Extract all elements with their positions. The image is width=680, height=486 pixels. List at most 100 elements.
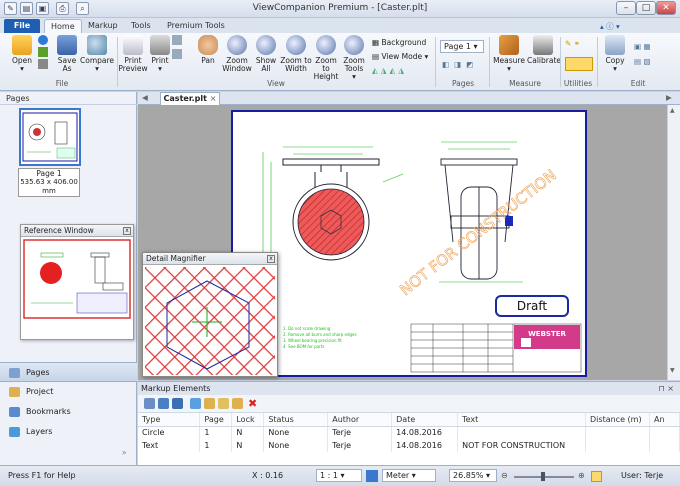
zoom-tools-button[interactable]: Zoom Tools ▾: [341, 35, 367, 81]
calibrate-button[interactable]: Calibrate: [527, 35, 561, 65]
measure-group-label: Measure: [509, 79, 541, 88]
detail-magnifier[interactable]: Detail Magnifier x: [142, 252, 278, 377]
scroll-up-icon[interactable]: ▲: [670, 107, 679, 116]
column-page[interactable]: Page: [199, 413, 233, 427]
column-lock[interactable]: Lock: [231, 413, 265, 427]
close-icon[interactable]: x: [267, 255, 275, 263]
zoom-to-width-button[interactable]: Zoom to Width: [280, 35, 312, 73]
column-date[interactable]: Date: [391, 413, 459, 427]
filter-icon[interactable]: [172, 398, 183, 409]
print-button[interactable]: Print ▾: [149, 35, 171, 73]
close-button[interactable]: ✕: [656, 1, 676, 15]
tab-home[interactable]: Home: [44, 19, 82, 33]
zoom-out-icon[interactable]: ⊖: [501, 470, 508, 482]
sidebar-title: Pages: [0, 92, 137, 105]
svg-text:4. See BOM for parts: 4. See BOM for parts: [283, 344, 324, 349]
zoom-in-icon[interactable]: ⊕: [578, 470, 585, 482]
close-icon[interactable]: x: [123, 227, 131, 235]
printer-icon: [150, 35, 170, 55]
zoom-select[interactable]: 26.85% ▾: [449, 469, 497, 482]
page-nav-icons[interactable]: ◧◨◩: [442, 60, 478, 69]
rotate-flip-icons[interactable]: ◭◮◭◮: [372, 66, 407, 75]
expand-chevron-icon[interactable]: »: [122, 448, 127, 457]
scale-select[interactable]: 1 : 1 ▾: [316, 469, 362, 482]
save-as-button[interactable]: Save As: [54, 35, 80, 73]
copy-button[interactable]: Copy ▾: [602, 35, 628, 73]
select-tools-icon[interactable]: [565, 57, 593, 71]
column-type[interactable]: Type: [138, 413, 201, 427]
coordinate-readout: X : 0.16: [252, 471, 284, 480]
zoom-window-icon: [227, 35, 247, 55]
delete-icon[interactable]: ✖: [248, 398, 259, 409]
measure-button[interactable]: Measure ▾: [492, 35, 526, 73]
maximize-button[interactable]: □: [636, 1, 656, 15]
background-button[interactable]: ▦ Background: [372, 38, 426, 47]
nav-project[interactable]: Project: [0, 382, 137, 402]
scroll-down-icon[interactable]: ▼: [670, 367, 679, 376]
column-text[interactable]: Text: [457, 413, 587, 427]
document-tab[interactable]: Caster.plt ×: [160, 92, 220, 105]
column-status[interactable]: Status: [263, 413, 329, 427]
status-user: User: Terje: [621, 471, 664, 480]
magnifier-title: Detail Magnifier x: [143, 253, 277, 265]
print-preview-icon: [123, 35, 143, 55]
svg-text:1. Do not scale drawing: 1. Do not scale drawing: [283, 326, 331, 331]
zoom-slider-thumb[interactable]: [541, 472, 545, 481]
column-an[interactable]: An: [649, 413, 680, 427]
fit-icon[interactable]: [591, 471, 602, 482]
drawing-page[interactable]: 1. Do not scale drawing 2. Remove all bu…: [231, 110, 587, 377]
tab-left-arrow-icon[interactable]: ◀: [142, 93, 148, 102]
svg-text:Draft: Draft: [517, 299, 548, 313]
arrow-right-icon[interactable]: [190, 398, 201, 409]
tab-tools[interactable]: Tools: [125, 19, 157, 33]
reference-window[interactable]: Reference Window x: [20, 224, 134, 340]
show-all-button[interactable]: Show All: [254, 35, 278, 73]
markup-elements-panel: Markup Elements ⊓ × ✖ Type Page Lock Stat…: [138, 381, 680, 465]
tab-premium-tools[interactable]: Premium Tools: [161, 19, 231, 33]
thumb-caption: Page 1 535.63 x 406.00 mm: [18, 168, 80, 197]
page-thumbnail[interactable]: [19, 108, 81, 166]
column-distance[interactable]: Distance (m): [585, 413, 650, 427]
table-row[interactable]: Text 1 N None Terje 14.08.2016 NOT FOR CONSTRU…: [138, 439, 680, 452]
zoom-window-button[interactable]: Zoom Window: [222, 35, 252, 73]
markup-table: Type Page Lock Status Author Date Text D…: [138, 413, 680, 452]
ribbon-tabs: File Home Markup Tools Premium Tools ▴ ⓘ…: [0, 18, 680, 33]
tab-file[interactable]: File: [4, 19, 40, 33]
compass-icon: [533, 35, 553, 55]
tab-markup[interactable]: Markup: [82, 19, 124, 33]
select-icon[interactable]: [158, 398, 169, 409]
scale-icon[interactable]: [366, 470, 378, 482]
column-author[interactable]: Author: [327, 413, 393, 427]
magnifier-icon: [87, 35, 107, 55]
zoom-width-icon: [286, 35, 306, 55]
zoom-to-height-button[interactable]: Zoom to Height: [312, 35, 340, 81]
nav-bookmarks[interactable]: Bookmarks: [0, 402, 137, 422]
tab-right-arrow-icon[interactable]: ▶: [666, 93, 672, 102]
edit-small-icons[interactable]: ▣ ▦ ▤ ▧: [634, 39, 651, 69]
project-icon: [9, 387, 20, 397]
pan-button[interactable]: Pan: [196, 35, 220, 65]
zoom-height-icon: [316, 35, 336, 55]
file-group-label: File: [55, 79, 69, 88]
view-group-label: View: [267, 79, 285, 88]
nav-layers[interactable]: Layers: [0, 422, 137, 442]
page-select[interactable]: Page 1 ▾: [440, 40, 484, 53]
unlock-icon[interactable]: [232, 398, 243, 409]
markup-toolbar: ✖: [138, 395, 680, 413]
print-preview-button[interactable]: Print Preview: [118, 35, 148, 73]
minimize-button[interactable]: –: [616, 1, 636, 15]
vertical-scrollbar[interactable]: ▲ ▼: [667, 105, 680, 380]
nav-pages[interactable]: Pages: [0, 362, 137, 382]
tools-icon[interactable]: [144, 398, 155, 409]
print-options-icon[interactable]: [172, 35, 186, 59]
lock-icon[interactable]: [218, 398, 229, 409]
export-icon[interactable]: [204, 398, 215, 409]
open-button[interactable]: Open ▾: [8, 35, 36, 73]
help-icon[interactable]: ▴ ⓘ ▾: [600, 21, 620, 32]
view-mode-button[interactable]: ▤ View Mode ▾: [372, 52, 428, 61]
unit-select[interactable]: Meter ▾: [382, 469, 436, 482]
table-row[interactable]: Circle 1 N None Terje 14.08.2016: [138, 426, 680, 439]
highlight-icon[interactable]: ✎ ⚭: [565, 39, 580, 48]
info-icon[interactable]: [38, 35, 50, 69]
compare-button[interactable]: Compare ▾: [80, 35, 114, 73]
